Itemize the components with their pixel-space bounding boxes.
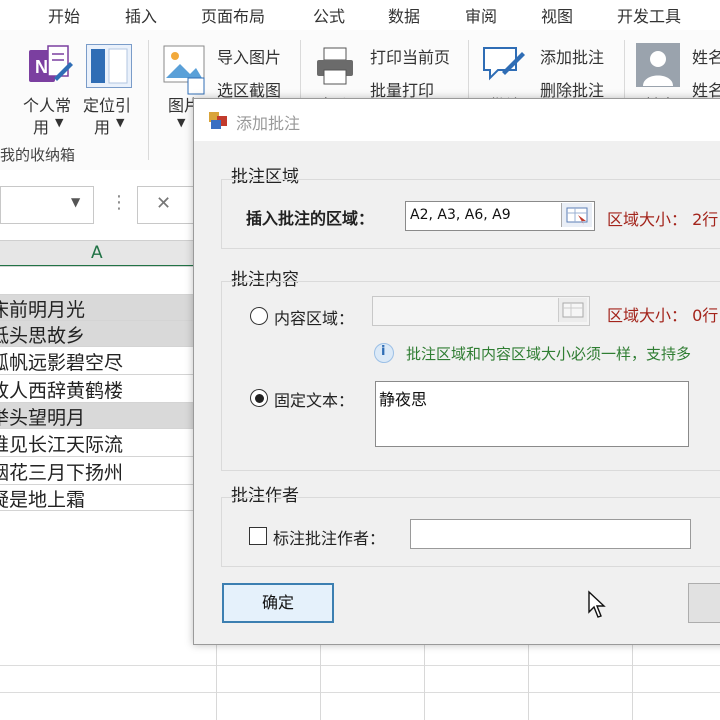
range-picker-button[interactable]	[558, 298, 587, 322]
insert-area-input[interactable]: A2, A3, A6, A9	[405, 201, 595, 231]
insert-area-label: 插入批注的区域：	[246, 209, 375, 228]
cell-a6[interactable]: 举头望明月	[0, 403, 85, 430]
chevron-down-icon[interactable]: ▼	[71, 195, 80, 209]
printer-icon[interactable]	[314, 44, 358, 88]
close-icon: ✕	[156, 193, 172, 214]
tab-review[interactable]: 审阅	[465, 3, 497, 27]
tab-home[interactable]: 开始	[48, 3, 80, 27]
locate-reference-button[interactable]	[86, 44, 132, 88]
content-area-radio[interactable]	[250, 307, 268, 325]
svg-text:N: N	[35, 57, 48, 77]
chevron-down-icon[interactable]: ▼	[116, 116, 124, 129]
chevron-down-icon[interactable]: ▼	[55, 116, 63, 129]
cell-a8[interactable]: 烟花三月下扬州	[0, 458, 123, 485]
panel-icon	[91, 48, 128, 84]
comment-icon[interactable]	[480, 42, 526, 88]
onenote-icon: N	[29, 45, 73, 82]
column-header-a[interactable]: A	[0, 240, 194, 267]
add-comment-button[interactable]: 添加批注	[540, 44, 604, 68]
range-select-icon	[562, 302, 584, 318]
add-comment-dialog: 添加批注 批注区域 插入批注的区域： A2, A3, A6, A9 区域大小： …	[193, 98, 720, 645]
content-area-input[interactable]	[372, 296, 590, 326]
mark-author-checkbox[interactable]	[249, 527, 267, 545]
range-picker-button[interactable]	[561, 203, 592, 227]
cell-a7[interactable]: 唯见长江天际流	[0, 430, 123, 457]
tab-insert[interactable]: 插入	[125, 3, 157, 27]
locate-label-2: 用	[94, 118, 111, 137]
fixed-text-input[interactable]: 静夜思	[375, 381, 689, 447]
content-area-label: 内容区域：	[274, 309, 355, 328]
info-text: 批注区域和内容区域大小必须一样，支持多	[406, 345, 692, 363]
cell-a2[interactable]: 床前明月光	[0, 295, 85, 322]
range-select-icon	[566, 207, 588, 225]
cell-a4[interactable]: 孤帆远影碧空尽	[0, 348, 123, 375]
tab-page-layout[interactable]: 页面布局	[201, 3, 265, 27]
area-size-1: 区域大小： 2行	[607, 210, 719, 229]
tab-formulas[interactable]: 公式	[313, 3, 345, 27]
cell-a3[interactable]: 低头思故乡	[0, 321, 85, 348]
dialog-title-bar[interactable]: 添加批注	[194, 99, 720, 141]
info-icon: i	[374, 343, 394, 363]
personal-favorites-button[interactable]: N	[26, 42, 74, 94]
locate-label-1: 定位引	[83, 96, 132, 115]
fixed-text-label: 固定文本：	[274, 391, 355, 410]
personal-label-2: 用	[33, 118, 50, 137]
ribbon-separator	[148, 40, 149, 160]
cancel-button[interactable]: ✕	[137, 186, 195, 224]
app-icon	[209, 112, 227, 129]
ribbon-tab-bar: 开始 插入 页面布局 公式 数据 审阅 视图 开发工具	[0, 0, 720, 30]
import-picture-button[interactable]: 导入图片	[217, 44, 281, 68]
person-icon[interactable]	[635, 42, 681, 88]
import-picture-icon	[187, 77, 205, 95]
ok-button[interactable]: 确定	[222, 583, 334, 623]
fixed-text-radio[interactable]	[250, 389, 268, 407]
author-input[interactable]	[410, 519, 691, 549]
mark-author-label: 标注批注作者：	[273, 529, 386, 548]
name-item-1[interactable]: 姓名	[692, 44, 720, 68]
tab-developer[interactable]: 开发工具	[617, 3, 681, 27]
cell-a5[interactable]: 故人西辞黄鹤楼	[0, 376, 123, 403]
tab-data[interactable]: 数据	[388, 3, 420, 27]
tab-view[interactable]: 视图	[541, 3, 573, 27]
mouse-cursor-icon	[588, 590, 606, 618]
cancel-dialog-button[interactable]	[688, 583, 720, 623]
dialog-title: 添加批注	[236, 114, 301, 133]
cell-a9[interactable]: 疑是地上霜	[0, 485, 85, 512]
chevron-down-icon[interactable]: ▼	[177, 116, 185, 129]
print-current-page-button[interactable]: 打印当前页	[370, 44, 450, 68]
personal-label-1: 个人常	[23, 96, 72, 115]
group-caption: 我的收纳箱	[0, 146, 76, 164]
name-box[interactable]: ▼	[0, 186, 94, 224]
area-size-2: 区域大小： 0行	[607, 306, 719, 325]
formula-bar-dots: ⋮	[110, 192, 128, 213]
